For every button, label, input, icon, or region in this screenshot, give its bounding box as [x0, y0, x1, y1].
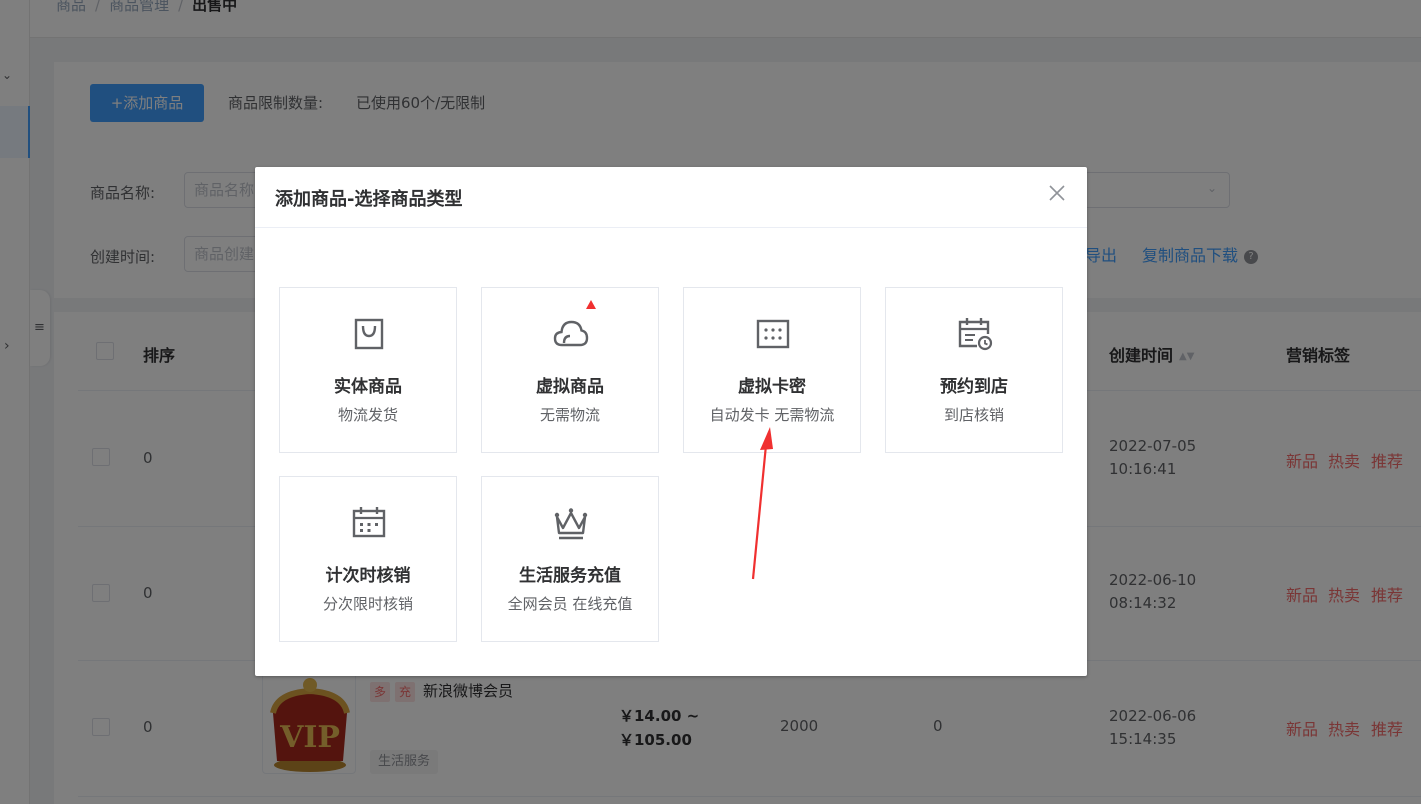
- type-desc: 自动发卡 无需物流: [709, 406, 835, 424]
- close-icon[interactable]: [1045, 181, 1069, 205]
- type-card-virtual[interactable]: 虚拟商品 无需物流: [481, 287, 659, 453]
- type-desc: 物流发货: [337, 406, 398, 424]
- type-name: 虚拟卡密: [738, 377, 806, 397]
- calendar-icon: [352, 507, 386, 538]
- type-desc: 分次限时核销: [322, 595, 413, 613]
- marker-triangle-icon: [586, 300, 596, 309]
- annotation-arrow-icon: [751, 427, 773, 580]
- dialog-divider: [255, 227, 1087, 228]
- type-name: 虚拟商品: [536, 377, 604, 397]
- crown-icon: [554, 508, 588, 540]
- type-card-appointment[interactable]: 预约到店 到店核销: [885, 287, 1063, 453]
- calendar-clock-icon: [958, 318, 993, 351]
- type-name: 预约到店: [940, 377, 1008, 397]
- type-desc: 全网会员 在线充值: [507, 595, 633, 613]
- card-secret-icon: [756, 319, 790, 349]
- type-name: 计次时核销: [325, 566, 411, 586]
- type-desc: 无需物流: [539, 406, 600, 424]
- type-card-physical[interactable]: 实体商品 物流发货: [279, 287, 457, 453]
- cloud-icon: [553, 320, 589, 347]
- type-card-timed-verification[interactable]: 计次时核销 分次限时核销: [279, 476, 457, 642]
- type-name: 生活服务充值: [519, 566, 621, 586]
- type-name: 实体商品: [334, 377, 402, 397]
- type-card-life-service-recharge[interactable]: 生活服务充值 全网会员 在线充值: [481, 476, 659, 642]
- shopping-bag-icon: [354, 318, 384, 350]
- type-desc: 到店核销: [943, 406, 1004, 424]
- select-product-type-dialog: 添加商品-选择商品类型 实体商品 物流发货 虚拟商品 无需物流 虚拟卡密 自动发…: [255, 167, 1087, 676]
- dialog-title: 添加商品-选择商品类型: [275, 189, 463, 210]
